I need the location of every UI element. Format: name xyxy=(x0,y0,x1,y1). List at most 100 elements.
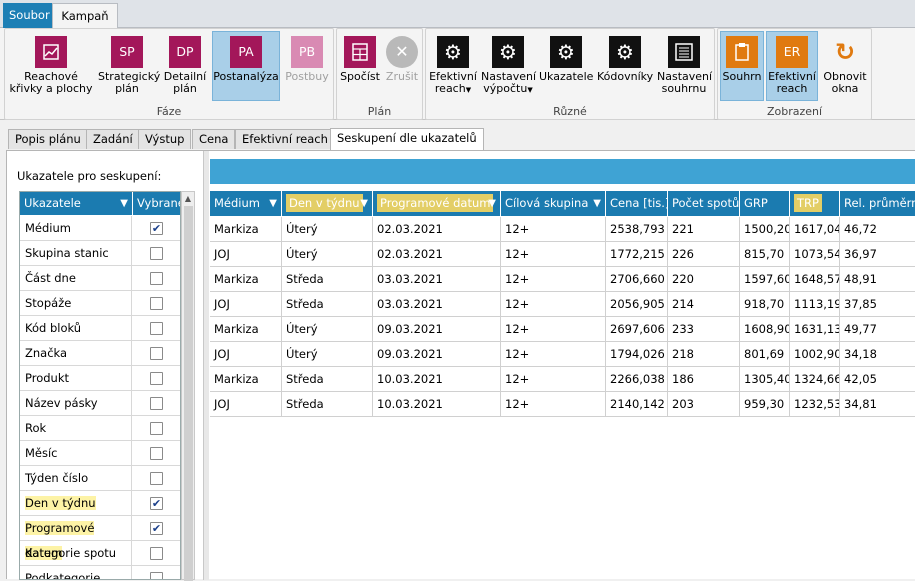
indicator-row[interactable]: Značka xyxy=(20,341,180,366)
column-header-selected[interactable]: Vybrané xyxy=(133,192,180,215)
tab-cena[interactable]: Cena xyxy=(192,129,236,149)
indicators-heading: Ukazatele pro seskupení: xyxy=(17,169,162,183)
selected-checkbox[interactable] xyxy=(150,372,163,385)
tab-seskupeni[interactable]: Seskupení dle ukazatelů xyxy=(330,128,484,150)
tab-efektivni-reach[interactable]: Efektivní reach xyxy=(235,129,335,149)
selected-checkbox[interactable] xyxy=(150,472,163,485)
grid-column-header[interactable]: Cílová skupina ▼ xyxy=(501,191,606,216)
menu-tab-soubor[interactable]: Soubor xyxy=(3,3,56,28)
table-row[interactable]: Markiza Úterý 02.03.2021 12+ 2538,793 221 1500… xyxy=(210,217,915,242)
grid-column-header[interactable]: Cena [tis.] xyxy=(606,191,668,216)
calculate-button[interactable]: Spočíst xyxy=(339,31,381,101)
table-cell: 1648,57 xyxy=(790,267,840,292)
table-cell: Úterý xyxy=(282,342,373,367)
postbuy-button[interactable]: PB Postbuy xyxy=(283,31,331,101)
indicator-row[interactable]: Stopáže xyxy=(20,291,180,316)
tab-vystup[interactable]: Výstup xyxy=(138,129,192,149)
indicator-row[interactable]: Podkategorie spotu xyxy=(20,566,180,579)
table-cell: 09.03.2021 xyxy=(373,342,501,367)
indicator-row[interactable]: Kategorie spotu xyxy=(20,541,180,566)
indicator-row[interactable]: Týden číslo xyxy=(20,466,180,491)
table-cell: 10.03.2021 xyxy=(373,392,501,417)
filter-icon[interactable]: ▼ xyxy=(269,191,277,216)
indicator-row[interactable]: Kód bloků xyxy=(20,316,180,341)
postanalysis-button[interactable]: PA Postanalýza xyxy=(212,31,280,101)
reach-curves-button[interactable]: Reachové křivky a plochy xyxy=(7,31,95,101)
indicator-row[interactable]: Skupina stanic xyxy=(20,241,180,266)
grid-column-header[interactable]: Den v týdnu ▼ xyxy=(282,191,373,216)
selected-checkbox[interactable] xyxy=(150,247,163,260)
summary-view-button[interactable]: Souhrn xyxy=(720,31,764,101)
indicator-row[interactable]: Médium ✔ xyxy=(20,216,180,241)
selected-checkbox[interactable]: ✔ xyxy=(150,222,163,235)
filter-icon[interactable]: ▼ xyxy=(593,191,601,216)
grid-column-header[interactable]: GRP xyxy=(740,191,790,216)
selected-checkbox[interactable] xyxy=(150,422,163,435)
scroll-up-icon[interactable]: ▲ xyxy=(183,194,193,204)
table-row[interactable]: Markiza Středa 10.03.2021 12+ 2266,038 186 130… xyxy=(210,367,915,392)
indicator-row[interactable]: Část dne xyxy=(20,266,180,291)
tab-popis-planu[interactable]: Popis plánu xyxy=(8,129,88,149)
grid-column-header[interactable]: Rel. průměrná xyxy=(840,191,915,216)
summary-settings-button[interactable]: Nastavení souhrnu xyxy=(656,31,712,101)
selected-checkbox[interactable] xyxy=(150,397,163,410)
selected-checkbox[interactable]: ✔ xyxy=(150,497,163,510)
table-cell: Markiza xyxy=(210,367,282,392)
table-cell: 1002,90 xyxy=(790,342,840,367)
indicator-row[interactable]: Rok xyxy=(20,416,180,441)
filter-icon[interactable]: ▼ xyxy=(120,192,128,215)
strategic-plan-button[interactable]: SP Strategický plán xyxy=(97,31,160,101)
effective-reach-settings-button[interactable]: ⚙ Efektivní reach▼ xyxy=(428,31,478,101)
indicator-row[interactable]: Produkt xyxy=(20,366,180,391)
filter-icon[interactable]: ▼ xyxy=(360,191,368,216)
indicators-button[interactable]: ⚙ Ukazatele xyxy=(538,31,594,101)
scrollbar-thumb[interactable] xyxy=(184,206,193,581)
indicator-row[interactable]: Název pásky xyxy=(20,391,180,416)
grid-column-header[interactable]: Počet spotů xyxy=(668,191,740,216)
table-row[interactable]: JOJ Úterý 02.03.2021 12+ 1772,215 226 815,70 10… xyxy=(210,242,915,267)
grid-column-header[interactable]: TRP xyxy=(790,191,840,216)
table-cell: 233 xyxy=(668,317,740,342)
tab-bar: Popis plánu Zadání Výstup Cena Efektivní… xyxy=(0,121,915,153)
menu-tab-kampan[interactable]: Kampaň xyxy=(52,3,118,29)
cancel-button[interactable]: ✕ Zrušit xyxy=(383,31,421,101)
effective-reach-view-button[interactable]: ER Efektivní reach xyxy=(766,31,818,101)
selected-checkbox[interactable] xyxy=(150,297,163,310)
restore-windows-button[interactable]: ↻ Obnovit okna xyxy=(820,31,870,101)
codebooks-button[interactable]: ⚙ Kódovníky xyxy=(596,31,654,101)
table-row[interactable]: JOJ Úterý 09.03.2021 12+ 1794,026 218 801,69 10… xyxy=(210,342,915,367)
selected-checkbox[interactable] xyxy=(150,547,163,560)
table-cell: 12+ xyxy=(501,292,606,317)
indicator-name-text: Médium xyxy=(25,221,71,235)
selected-checkbox[interactable] xyxy=(150,272,163,285)
grid-column-label: Médium xyxy=(214,196,260,210)
column-header-indicators[interactable]: Ukazatele ▼ xyxy=(20,192,133,215)
table-row[interactable]: Markiza Středa 03.03.2021 12+ 2706,660 220 159… xyxy=(210,267,915,292)
table-cell: Úterý xyxy=(282,242,373,267)
indicator-row[interactable]: Programové datum ✔ xyxy=(20,516,180,560)
table-cell: 03.03.2021 xyxy=(373,292,501,317)
selected-checkbox[interactable] xyxy=(150,322,163,335)
detail-plan-button[interactable]: DP Detailní plán xyxy=(160,31,210,101)
filter-icon[interactable]: ▼ xyxy=(488,191,496,216)
splitter[interactable] xyxy=(203,151,209,580)
indicator-name-text: Značka xyxy=(25,346,68,360)
selected-checkbox[interactable] xyxy=(150,347,163,360)
tab-zadani[interactable]: Zadání xyxy=(86,129,140,149)
table-row[interactable]: JOJ Středa 03.03.2021 12+ 2056,905 214 918,70 1… xyxy=(210,292,915,317)
vertical-scrollbar[interactable]: ▲ xyxy=(181,191,195,581)
calculation-settings-button[interactable]: ⚙ Nastavení výpočtu▼ xyxy=(480,31,536,101)
table-cell: 2140,142 xyxy=(606,392,668,417)
indicator-name: Kategorie spotu xyxy=(20,541,132,566)
grid-column-header[interactable]: Médium ▼ xyxy=(210,191,282,216)
grid-column-label: Programové datum xyxy=(377,194,494,212)
selected-checkbox[interactable] xyxy=(150,447,163,460)
table-row[interactable]: JOJ Středa 10.03.2021 12+ 2140,142 203 959,30 1… xyxy=(210,392,915,417)
grid-column-header[interactable]: Programové datum ▼ xyxy=(373,191,501,216)
table-cell: 12+ xyxy=(501,267,606,292)
indicator-row[interactable]: Měsíc xyxy=(20,441,180,466)
indicator-name: Programové datum xyxy=(20,516,132,560)
selected-checkbox[interactable]: ✔ xyxy=(150,522,163,535)
indicator-row[interactable]: Den v týdnu ✔ xyxy=(20,491,180,516)
table-row[interactable]: Markiza Úterý 09.03.2021 12+ 2697,606 233 1608… xyxy=(210,317,915,342)
